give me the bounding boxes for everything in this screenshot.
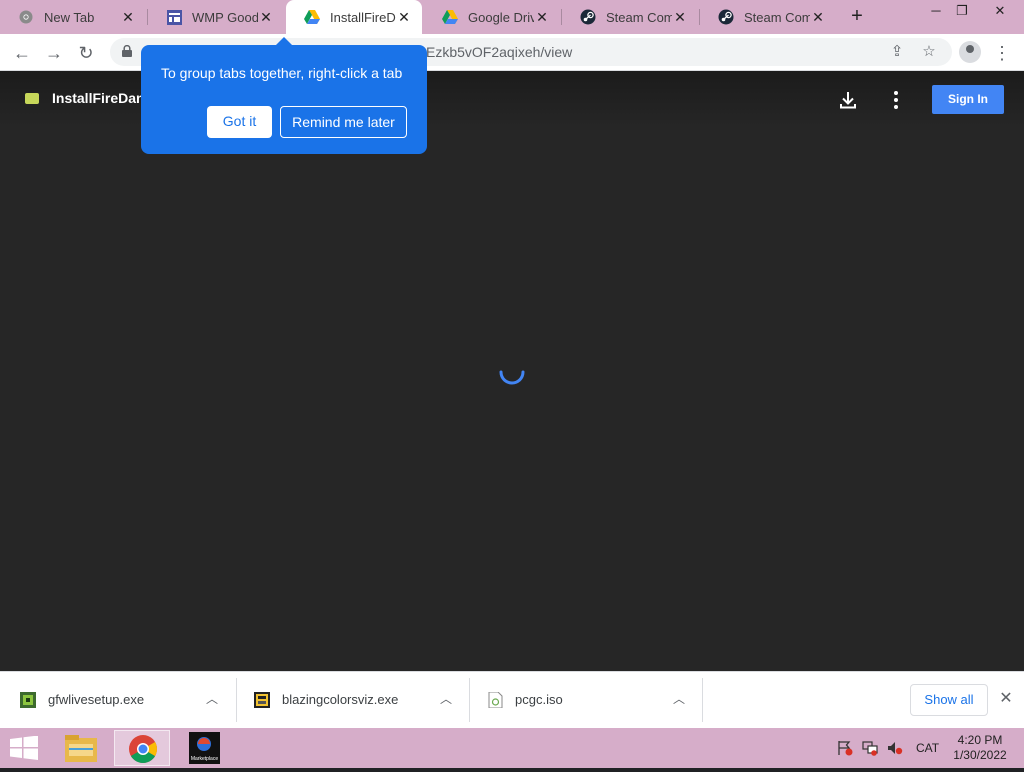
windows-taskbar: Marketplace CAT 4:20 PM 1/30/2022 [0,728,1024,768]
google-drive-icon [442,9,458,25]
restore-icon[interactable]: ❐ [945,0,979,22]
file-type-icon [25,93,39,104]
download-filename: gfwlivesetup.exe [48,692,145,707]
chrome-taskbar-icon[interactable] [114,730,170,766]
close-icon[interactable]: ✕ [810,9,826,25]
lock-icon[interactable] [122,45,132,57]
download-filename: blazingcolorsviz.exe [282,692,399,707]
download-icon[interactable] [836,88,860,112]
windows-start-icon[interactable] [10,736,38,760]
reload-icon[interactable]: ↻ [74,41,98,65]
close-icon[interactable]: ✕ [258,9,274,25]
chevron-up-icon[interactable]: ︿ [204,691,220,707]
steam-icon [580,9,596,25]
tab-steam-community-1[interactable]: Steam Community ✕ [562,0,698,34]
divider [702,678,703,722]
chevron-up-icon[interactable]: ︿ [438,691,454,707]
close-icon[interactable]: ✕ [997,690,1015,708]
tip-text: To group tabs together, right-click a ta… [161,65,403,81]
download-filename: pcgc.iso [515,692,563,707]
chrome-menu-icon[interactable]: ⋮ [993,41,1011,65]
got-it-button[interactable]: Got it [207,106,272,138]
tab-installfiredance[interactable]: InstallFireDance ✕ [286,0,422,34]
close-window-icon[interactable]: ✕ [983,0,1017,22]
close-icon[interactable]: ✕ [396,9,412,25]
more-options-icon[interactable] [884,88,908,112]
input-language[interactable]: CAT [916,741,939,755]
close-icon[interactable]: ✕ [534,9,550,25]
loading-spinner-icon [499,370,525,385]
tab-google-drive[interactable]: Google Drive ✕ [424,0,560,34]
tab-wmp-goodies[interactable]: WMP Goodies ✕ [148,0,284,34]
download-item[interactable]: gfwlivesetup.exe ︿ [0,678,236,723]
new-tab-button[interactable]: + [846,5,868,27]
share-icon[interactable]: ⇪ [888,43,906,61]
tab-new-tab[interactable]: New Tab ✕ [0,0,146,34]
drive-file-viewer: InstallFireDance Sign In [0,71,1024,671]
download-item[interactable]: blazingcolorsviz.exe ︿ [234,678,470,723]
forward-icon[interactable]: → [42,41,66,65]
profile-avatar-icon[interactable] [959,41,981,63]
remind-later-button[interactable]: Remind me later [280,106,407,138]
steam-icon [718,9,734,25]
tab-title: Google Drive [468,9,534,25]
volume-muted-icon[interactable] [887,740,903,756]
sign-in-button[interactable]: Sign In [932,85,1004,114]
bookmark-star-icon[interactable]: ☆ [920,43,938,61]
action-center-flag-icon[interactable] [837,740,853,756]
chevron-up-icon[interactable]: ︿ [671,691,687,707]
clock-time: 4:20 PM [957,733,1003,747]
show-all-button[interactable]: Show all [910,684,988,716]
system-clock[interactable]: 4:20 PM 1/30/2022 [948,733,1012,763]
tab-steam-community-2[interactable]: Steam Community ✕ [700,0,836,34]
tab-title: New Tab [44,9,95,25]
download-item[interactable]: pcgc.iso ︿ [467,678,703,723]
google-drive-icon [304,9,320,25]
tab-group-tip-bubble: To group tabs together, right-click a ta… [141,45,427,154]
tab-title: InstallFireDance [330,9,396,25]
url-text[interactable]: Ezkb5vOF2aqixeh/view [426,44,572,60]
exe-file-icon [254,692,270,708]
marketplace-label: Marketplace [191,756,218,762]
back-icon[interactable]: ← [10,41,34,65]
file-explorer-icon[interactable] [53,730,109,766]
tab-title: WMP Goodies [192,9,258,25]
tab-title: Steam Community [606,9,672,25]
marketplace-icon[interactable]: Marketplace [176,730,232,766]
clock-date: 1/30/2022 [953,748,1007,762]
download-shelf: gfwlivesetup.exe ︿ blazingcolorsviz.exe … [0,671,1024,728]
network-icon[interactable] [862,740,878,756]
close-icon[interactable]: ✕ [120,9,136,25]
close-icon[interactable]: ✕ [672,9,688,25]
tab-strip: New Tab ✕ WMP Goodies ✕ InstallFireDance… [0,0,1024,34]
site-icon [166,9,182,25]
exe-file-icon [20,692,36,708]
iso-file-icon [488,692,503,708]
tab-title: Steam Community [744,9,810,25]
chrome-icon [18,9,34,25]
